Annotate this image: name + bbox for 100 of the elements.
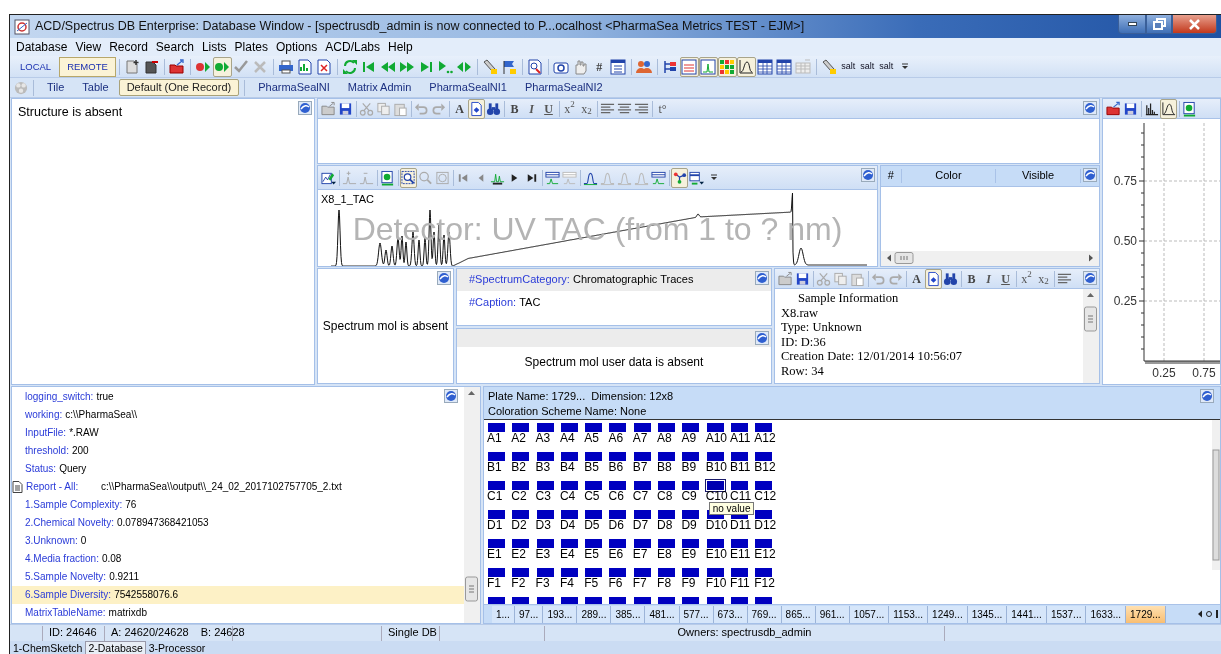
toolbar-button[interactable]: I bbox=[523, 99, 540, 119]
toolbar-button[interactable]: I bbox=[980, 269, 997, 289]
document-tab[interactable]: 2-Database bbox=[85, 641, 146, 654]
toolbar-button[interactable]: REMOTE bbox=[59, 56, 116, 77]
list-row[interactable]: 3.Unknown: 0 bbox=[12, 532, 464, 550]
column-header[interactable]: # bbox=[881, 169, 902, 183]
toolbar-button[interactable]: salt bbox=[857, 56, 877, 77]
page-tab[interactable]: 1249... bbox=[928, 605, 968, 623]
menu-item[interactable]: Search bbox=[151, 39, 198, 55]
document-tab[interactable]: 3-Processor bbox=[145, 641, 209, 654]
list-row[interactable]: InputFile: *.RAW bbox=[12, 424, 464, 442]
page-tab[interactable]: 385... bbox=[611, 605, 646, 623]
document-tab[interactable]: 1-ChemSketch bbox=[10, 641, 86, 654]
page-tab[interactable]: 673... bbox=[713, 605, 748, 623]
tick-label: 0.75 bbox=[1113, 174, 1137, 188]
well-label: F3 bbox=[535, 577, 550, 589]
menu-item[interactable]: Options bbox=[271, 39, 322, 55]
column-header[interactable]: Color bbox=[901, 169, 997, 183]
menu-item[interactable]: Plates bbox=[230, 39, 272, 55]
toolbar-button[interactable]: x$_{2}$ bbox=[1035, 269, 1052, 289]
toolbar-button[interactable]: salt bbox=[838, 56, 858, 77]
plate-name: Plate Name: 1729... bbox=[488, 389, 586, 404]
view-tab[interactable]: Table bbox=[74, 78, 117, 97]
well-label: A11 bbox=[729, 432, 751, 444]
toolbar-button[interactable]: salt bbox=[876, 56, 896, 77]
toolbar-button[interactable]: x$^{2}$ bbox=[561, 99, 578, 119]
well-label: C9 bbox=[681, 490, 697, 502]
well-label: C5 bbox=[584, 490, 600, 502]
well-label: A10 bbox=[705, 432, 728, 444]
page-tab[interactable]: 481... bbox=[645, 605, 680, 623]
toolbar-button[interactable]: # bbox=[589, 56, 609, 77]
well-label: D1 bbox=[487, 519, 503, 531]
page-tab[interactable]: 577... bbox=[679, 605, 714, 623]
page-tab[interactable]: 289... bbox=[577, 605, 612, 623]
list-row[interactable]: 5.Sample Novelty: 0.9211 bbox=[12, 568, 464, 586]
toolbar-button[interactable]: B bbox=[506, 99, 523, 119]
menu-item[interactable]: Record bbox=[105, 39, 152, 55]
page-tab[interactable]: 1633... bbox=[1086, 605, 1127, 623]
view-tab[interactable]: Default (One Record) bbox=[118, 78, 240, 97]
well-label: D3 bbox=[535, 519, 551, 531]
property-name: working: bbox=[25, 409, 63, 421]
well-label: D8 bbox=[657, 519, 673, 531]
page-tab[interactable]: 1153... bbox=[889, 605, 929, 623]
status-text: ID: 24646 bbox=[49, 626, 97, 640]
toolbar-button[interactable]: B bbox=[963, 269, 980, 289]
list-row[interactable]: working: c:\\PharmaSea\\ bbox=[12, 406, 464, 424]
list-row[interactable]: threshold: 200 bbox=[12, 442, 464, 460]
list-row[interactable]: 4.Media fraction: 0.08 bbox=[12, 550, 464, 568]
well-label: B2 bbox=[511, 461, 526, 473]
menu-item[interactable]: Help bbox=[384, 39, 417, 55]
list-row[interactable]: 6.Sample Diversity: 7542558076.6 bbox=[12, 586, 464, 604]
view-tab[interactable]: Matrix Admin bbox=[339, 78, 420, 97]
well-label: F1 bbox=[487, 577, 501, 589]
list-row[interactable]: logging_switch: true bbox=[12, 388, 464, 406]
well-label: B8 bbox=[657, 461, 672, 473]
menu-item[interactable]: Database bbox=[12, 39, 72, 55]
well-label: F2 bbox=[511, 577, 526, 589]
status-text: Single DB bbox=[388, 626, 437, 640]
view-tab[interactable]: PharmaSealNI bbox=[250, 78, 338, 97]
toolbar-button[interactable]: A bbox=[451, 99, 468, 119]
toolbar-button[interactable]: t° bbox=[654, 99, 671, 119]
toolbar-button[interactable]: x$_{2}$ bbox=[578, 99, 595, 119]
toolbar-button[interactable]: U bbox=[997, 269, 1014, 289]
menu-item[interactable]: ACD/Labs bbox=[321, 39, 384, 55]
page-tab[interactable]: 1... bbox=[492, 605, 515, 623]
page-tab[interactable]: 961... bbox=[815, 605, 850, 623]
property-name: 4.Media fraction: bbox=[25, 553, 99, 565]
list-row[interactable]: 2.Chemical Novelty: 0.078947368421053 bbox=[12, 514, 464, 532]
menu-item[interactable]: Lists bbox=[197, 39, 231, 55]
toolbar-button[interactable]: x$^{2}$ bbox=[1018, 269, 1035, 289]
info-line: ID: D:36 bbox=[781, 334, 827, 349]
list-row[interactable]: Report - All: c:\\PharmaSea\\output\\_24_02_2017102757705_2.txt bbox=[12, 478, 464, 496]
toolbar-button[interactable]: A bbox=[908, 269, 925, 289]
page-tab[interactable]: 1057... bbox=[849, 605, 890, 623]
info-line: Creation Date: 12/01/2014 10:56:07 bbox=[781, 349, 963, 364]
menu-item[interactable]: View bbox=[71, 39, 106, 55]
coloration-scheme: Coloration Scheme Name: None bbox=[488, 404, 648, 419]
field-value: Chromatographic Traces bbox=[571, 273, 694, 287]
page-tab[interactable]: 193... bbox=[543, 605, 578, 623]
page-tab[interactable]: 769... bbox=[747, 605, 782, 623]
page-tab[interactable]: 1441... bbox=[1007, 605, 1047, 623]
well-label: D2 bbox=[511, 519, 527, 531]
page-tab[interactable]: 97... bbox=[514, 605, 544, 623]
toolbar-button[interactable]: LOCAL bbox=[12, 56, 60, 77]
page-tab[interactable]: 1729... bbox=[1126, 605, 1166, 623]
list-row[interactable]: Status: Query bbox=[12, 460, 464, 478]
view-tab[interactable]: PharmaSealNI2 bbox=[516, 78, 611, 97]
page-tab[interactable]: 1345... bbox=[967, 605, 1008, 623]
view-tab[interactable]: Tile bbox=[39, 78, 73, 97]
toolbar-button[interactable]: U bbox=[540, 99, 557, 119]
page-tab[interactable]: 1537... bbox=[1046, 605, 1087, 623]
list-row[interactable]: MatrixTableName: matrixdb bbox=[12, 604, 464, 622]
well-label: C6 bbox=[608, 490, 624, 502]
well-label: B11 bbox=[729, 461, 751, 473]
column-header[interactable]: Visible bbox=[996, 169, 1081, 183]
property-value: 0.08 bbox=[101, 553, 122, 565]
page-tab[interactable]: 865... bbox=[781, 605, 816, 623]
trace-name: X8_1_TAC bbox=[321, 193, 374, 207]
view-tab[interactable]: PharmaSealNI1 bbox=[421, 78, 515, 97]
list-row[interactable]: 1.Sample Complexity: 76 bbox=[12, 496, 464, 514]
